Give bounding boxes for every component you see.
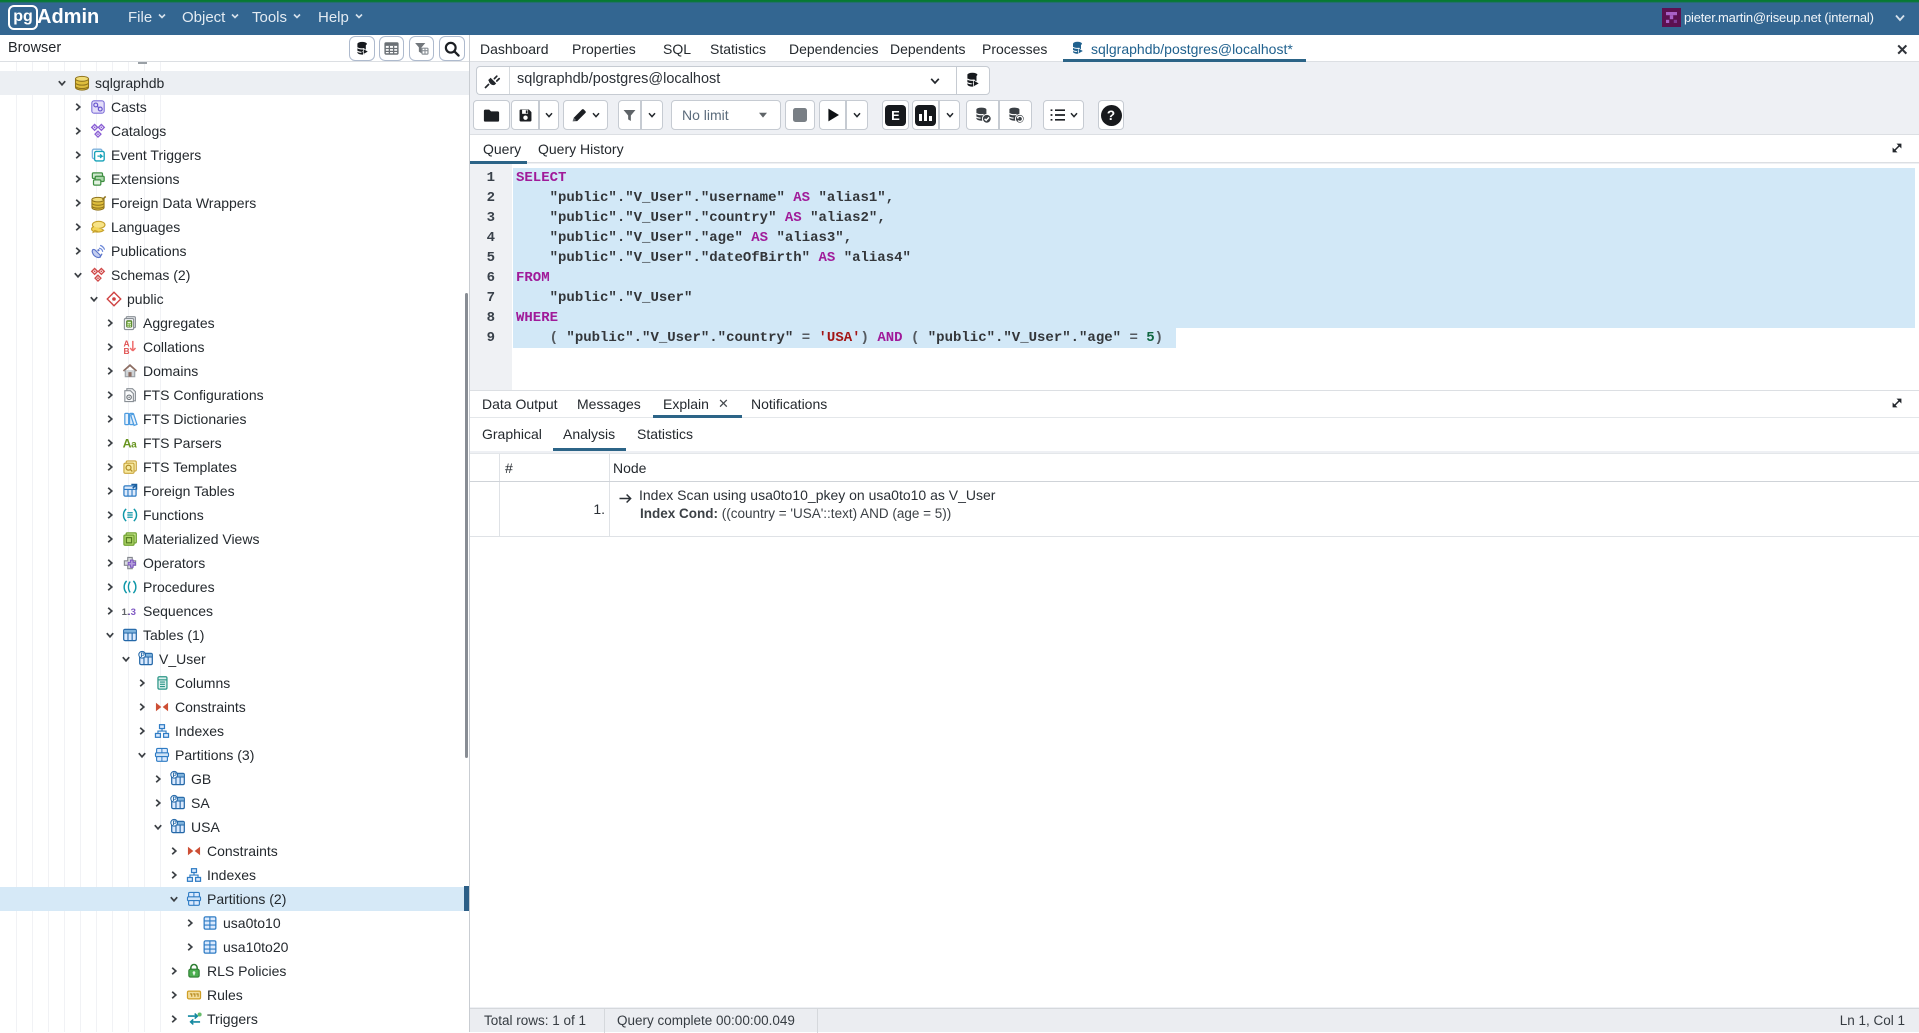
svg-text:P: P	[172, 820, 176, 827]
svg-text:B: B	[123, 346, 129, 356]
svg-text:P: P	[172, 772, 176, 779]
svg-text:.3: .3	[127, 607, 135, 618]
svg-text:P: P	[140, 652, 144, 659]
svg-text:P: P	[172, 796, 176, 803]
svg-text:a: a	[131, 440, 137, 451]
